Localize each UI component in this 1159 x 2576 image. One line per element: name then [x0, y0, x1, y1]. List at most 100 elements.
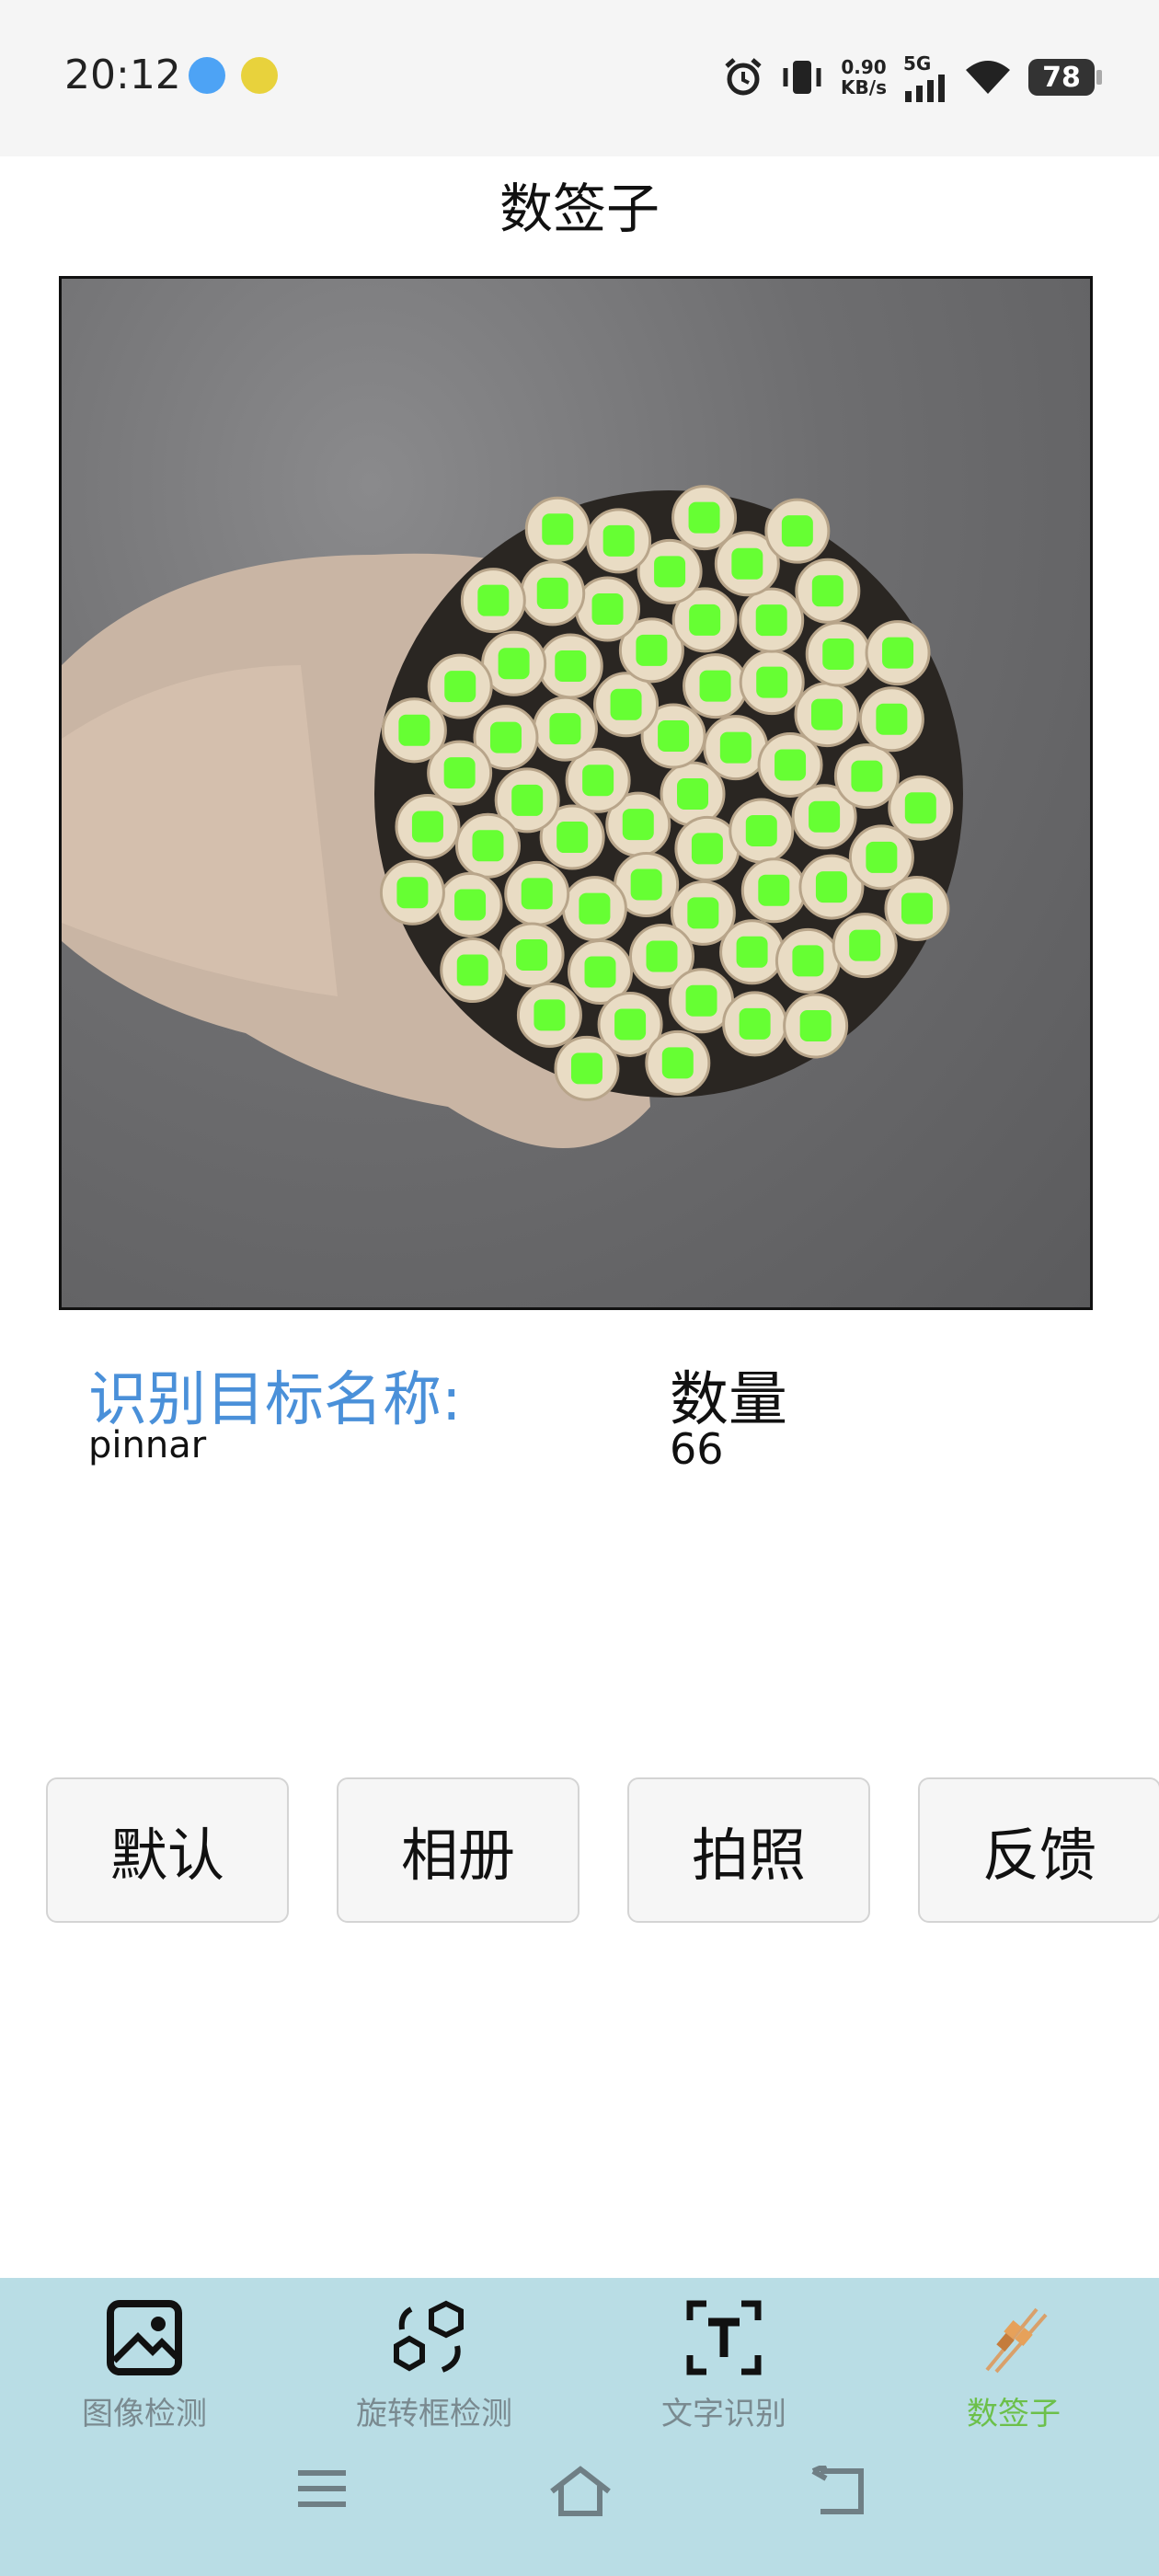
detection-dot	[477, 584, 510, 616]
detection-dot	[699, 670, 731, 702]
detection-dot	[658, 719, 690, 752]
detection-dot	[799, 1009, 832, 1041]
detection-dot	[456, 954, 488, 986]
network-speed: 0.90 KB/s	[841, 56, 887, 98]
detection-dot	[904, 792, 936, 824]
detection-dot	[536, 577, 568, 609]
rotate-box-icon	[394, 2300, 464, 2373]
status-bar: 20:12 0.90 KB/s 5G 78	[0, 0, 1159, 156]
album-button[interactable]: 相册	[337, 1777, 580, 1923]
detection-dot	[687, 897, 719, 929]
detection-dot	[775, 749, 807, 781]
detection-dot	[815, 871, 847, 903]
nav-item-skewer-count[interactable]: 数签子	[876, 2296, 1152, 2433]
detection-dot	[614, 1008, 647, 1041]
detection-dot	[411, 811, 443, 843]
detection-dot	[685, 984, 717, 1017]
detection-dot	[810, 698, 843, 730]
detection-dot	[444, 671, 476, 703]
detection-dot	[691, 833, 723, 865]
detection-dot	[719, 731, 752, 764]
camera-button[interactable]: 拍照	[627, 1777, 870, 1923]
nav-item-text-recognition[interactable]: 文字识别	[586, 2296, 862, 2433]
detection-dot	[758, 874, 790, 906]
detection-dot	[521, 878, 553, 910]
detection-dot	[454, 889, 487, 921]
telegram-icon	[189, 57, 225, 94]
detection-dot	[557, 822, 589, 854]
detection-dot	[876, 703, 908, 735]
detection-dot	[811, 575, 843, 607]
page-title: 数签子	[499, 178, 660, 240]
feedback-button[interactable]: 反馈	[918, 1777, 1159, 1923]
nav-item-image-detection[interactable]: 图像检测	[6, 2296, 282, 2433]
skewer-icon	[985, 2307, 1048, 2374]
detection-overlay	[62, 485, 963, 1148]
detection-dot	[472, 830, 504, 862]
detection-dot	[582, 765, 614, 797]
detection-dot	[443, 757, 476, 789]
detection-dot	[849, 929, 881, 961]
detection-dot	[489, 721, 522, 753]
nav-item-rotate-box[interactable]: 旋转框检测	[296, 2296, 572, 2433]
app-icon	[241, 57, 278, 94]
detection-dot	[542, 513, 574, 546]
detection-dot	[689, 604, 721, 636]
back-icon[interactable]	[809, 2466, 868, 2517]
detection-dot	[739, 1007, 771, 1040]
detection-dot	[745, 815, 777, 847]
detection-dot	[602, 524, 635, 557]
status-time: 20:12	[64, 52, 181, 98]
detection-dot	[755, 604, 787, 637]
detection-dot	[688, 501, 720, 534]
nav-label: 图像检测	[82, 2396, 207, 2432]
detection-dot	[654, 556, 686, 588]
detection-dot	[756, 666, 788, 698]
detection-dot	[866, 841, 898, 873]
vibrate-icon	[783, 61, 821, 94]
detection-dot	[549, 713, 581, 745]
image-icon	[107, 2300, 182, 2375]
detection-dot	[736, 936, 768, 968]
detection-dot	[677, 778, 709, 810]
default-button[interactable]: 默认	[46, 1777, 289, 1923]
menu-icon[interactable]	[294, 2466, 350, 2512]
detection-dot	[882, 637, 914, 669]
bottom-nav: 图像检测 旋转框检测 文字识别 数签子	[0, 2278, 1159, 2576]
detection-dot	[781, 515, 813, 547]
detection-dot	[622, 809, 654, 841]
battery-icon: 78	[1028, 59, 1102, 96]
detection-dot	[516, 938, 548, 971]
detection-dot	[511, 784, 544, 816]
nav-label: 数签子	[967, 2396, 1061, 2432]
detection-dot	[646, 940, 678, 972]
detection-dot	[396, 877, 429, 909]
status-icons: 0.90 KB/s 5G 78	[723, 52, 1102, 103]
detection-dot	[630, 868, 662, 901]
detection-dot	[792, 945, 824, 977]
detection-dot	[731, 547, 763, 580]
home-icon[interactable]	[548, 2466, 613, 2517]
detection-dot	[661, 1047, 694, 1079]
detection-dot	[610, 688, 642, 720]
nav-label: 旋转框检测	[356, 2396, 512, 2432]
wifi-icon	[966, 61, 1010, 94]
detection-dot	[901, 892, 933, 925]
detection-dot	[398, 714, 430, 746]
detection-dot	[555, 650, 587, 682]
signal-icon	[905, 75, 945, 102]
network-type: 5G	[903, 52, 932, 75]
detection-dot	[534, 999, 566, 1031]
detection-dot	[570, 1052, 602, 1085]
detection-dot	[498, 648, 530, 680]
detection-dot	[584, 956, 616, 988]
detection-dot	[591, 593, 624, 626]
detection-dot	[822, 638, 855, 671]
detection-image	[59, 276, 1093, 1310]
count-value: 66	[670, 1424, 724, 1474]
nav-label: 文字识别	[661, 2396, 786, 2432]
text-recognition-icon	[686, 2300, 762, 2375]
detection-dot	[636, 634, 668, 666]
detection-dot	[851, 760, 883, 792]
detection-dot	[579, 892, 611, 925]
